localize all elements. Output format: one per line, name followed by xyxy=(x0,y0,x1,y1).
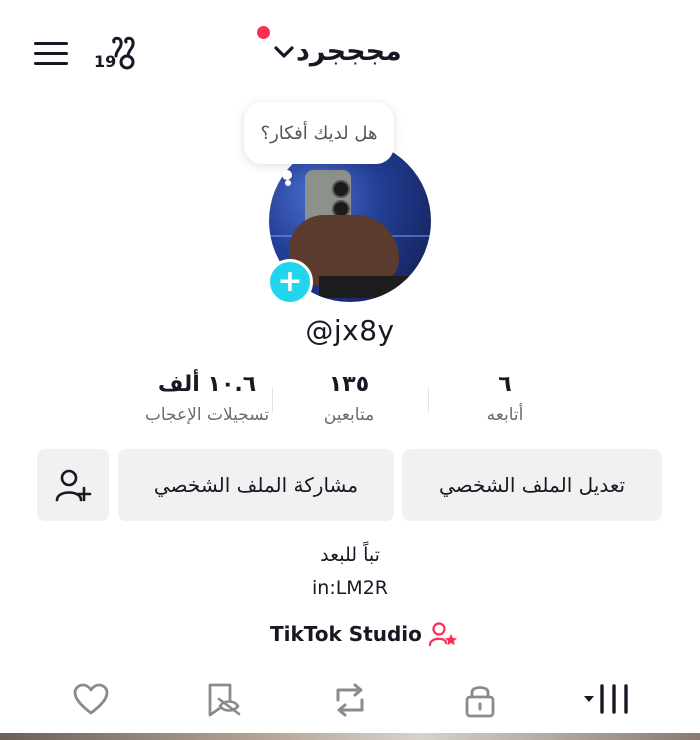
followers-count: ١٣٥ xyxy=(328,372,370,397)
tiktok-studio-link[interactable]: TikTok Studio xyxy=(270,620,458,648)
grid-icon xyxy=(584,684,628,714)
followers-label: متابعين xyxy=(323,405,375,425)
tab-favorites[interactable] xyxy=(202,680,242,720)
bookmark-hidden-icon xyxy=(208,683,241,717)
following-count: ٦ xyxy=(498,372,512,397)
chevron-down-icon[interactable] xyxy=(272,42,296,62)
lock-icon xyxy=(465,686,495,718)
tab-videos[interactable] xyxy=(582,680,632,720)
profile-handle: @jx8y xyxy=(305,314,395,347)
heart-icon xyxy=(73,683,109,715)
repost-icon xyxy=(336,683,364,717)
stat-following[interactable]: ٦ أتابعه xyxy=(420,372,590,425)
bio-line-2: in:LM2R xyxy=(312,577,388,599)
edit-profile-button[interactable]: تعديل الملف الشخصي xyxy=(402,449,662,521)
tiktok-studio-label: TikTok Studio xyxy=(270,622,422,646)
note-bubble-text: هل لديك أفكار؟ xyxy=(260,122,378,144)
tab-liked[interactable] xyxy=(71,680,111,720)
add-friend-button[interactable] xyxy=(37,449,109,521)
profile-views-icon[interactable]: 19 xyxy=(94,36,146,72)
add-story-plus-icon[interactable]: + xyxy=(267,259,313,305)
add-user-icon xyxy=(55,469,92,502)
edit-profile-label: تعديل الملف الشخصي xyxy=(438,473,626,497)
share-profile-button[interactable]: مشاركة الملف الشخصي xyxy=(118,449,394,521)
menu-icon[interactable] xyxy=(34,40,68,68)
creator-star-icon xyxy=(428,622,457,647)
views-count: 19 xyxy=(94,52,117,71)
video-thumbnails-strip[interactable] xyxy=(0,733,700,740)
tab-private[interactable] xyxy=(460,680,500,720)
bio-line-1: تباً للبعد xyxy=(320,544,380,566)
tab-reposts[interactable] xyxy=(330,680,370,720)
share-profile-label: مشاركة الملف الشخصي xyxy=(153,473,359,497)
account-switcher-username[interactable]: مجججرد xyxy=(296,36,402,70)
following-label: أتابعه xyxy=(486,405,524,425)
notification-dot xyxy=(257,26,270,39)
note-bubble[interactable]: هل لديك أفكار؟ xyxy=(244,102,394,164)
stat-followers[interactable]: ١٣٥ متابعين xyxy=(264,372,434,425)
